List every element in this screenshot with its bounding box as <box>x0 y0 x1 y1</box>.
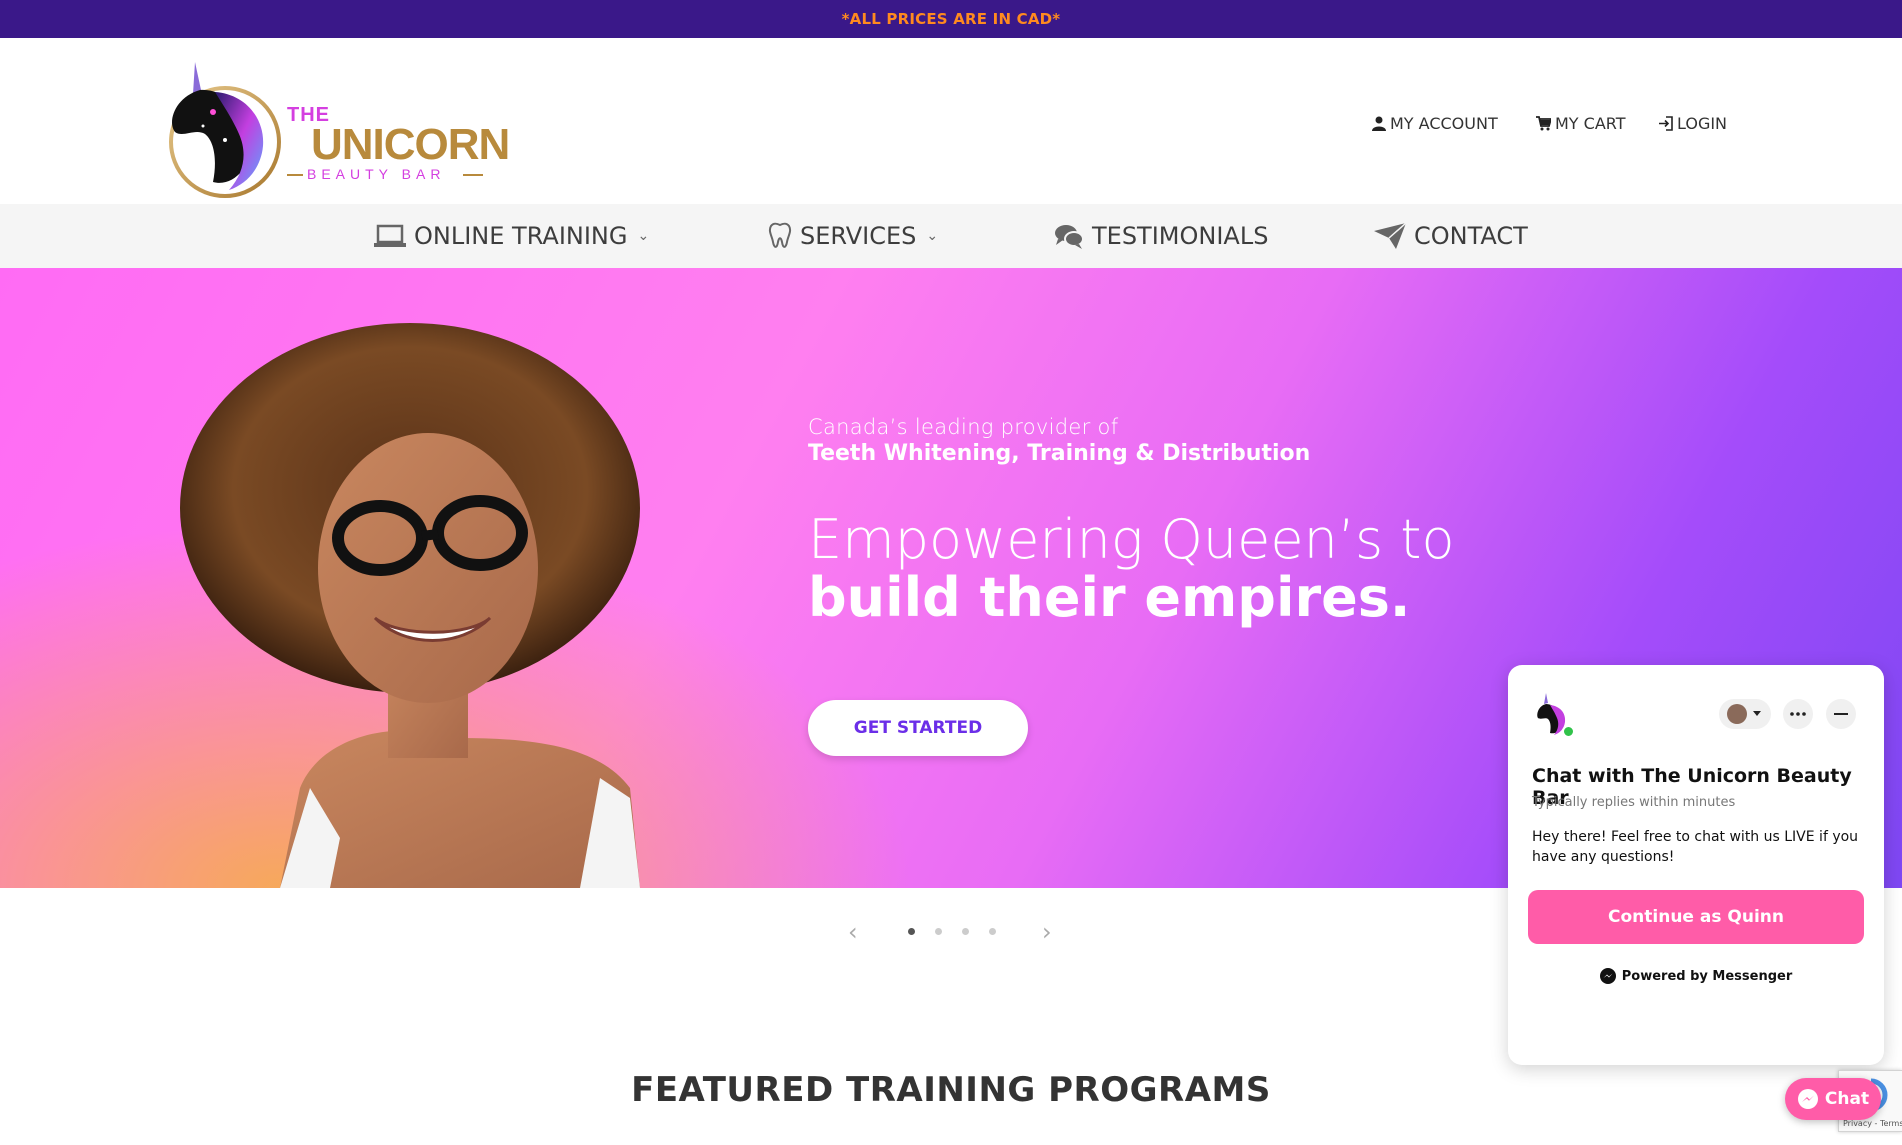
nav-label: SERVICES <box>800 222 917 250</box>
paper-plane-icon <box>1374 223 1406 249</box>
my-account-label: MY ACCOUNT <box>1390 113 1498 133</box>
profile-avatar-icon <box>1727 704 1761 724</box>
recaptcha-text: Privacy - Terms <box>1843 1119 1902 1128</box>
carousel-dot[interactable] <box>962 928 969 935</box>
chat-greeting-message: Hey there! Feel free to chat with us LIV… <box>1532 829 1859 865</box>
site-logo[interactable]: THE UNICORN BEAUTY BAR <box>155 42 510 202</box>
messenger-chat-panel: Chat with The Unicorn Beauty Bar Typical… <box>1508 665 1884 1065</box>
hero-kicker-bold: Teeth Whitening, Training & Distribution <box>808 441 1311 466</box>
carousel-dot[interactable] <box>935 928 942 935</box>
my-cart-label: MY CART <box>1555 113 1626 133</box>
carousel-next-arrow[interactable]: › <box>1042 918 1052 946</box>
messenger-icon <box>1797 1089 1818 1109</box>
hero-kicker: Canada’s leading provider of <box>808 415 1119 439</box>
chevron-down-icon: ⌄ <box>926 228 939 244</box>
messenger-icon <box>1599 968 1616 984</box>
powered-by-messenger: Powered by Messenger <box>1508 968 1884 984</box>
nav-item-online-training[interactable]: ONLINE TRAINING ⌄ <box>374 204 649 268</box>
online-status-dot <box>1562 725 1575 738</box>
login-label: LOGIN <box>1677 113 1728 133</box>
nav-item-contact[interactable]: CONTACT <box>1374 204 1528 268</box>
featured-section-title: FEATURED TRAINING PROGRAMS <box>631 1070 1271 1110</box>
nav-label: CONTACT <box>1414 222 1528 250</box>
logo-beauty-bar-text: BEAUTY BAR <box>307 166 446 182</box>
my-account-link[interactable]: MY ACCOUNT <box>1372 108 1498 138</box>
logo-rule-right <box>463 174 483 176</box>
cart-icon <box>1536 115 1551 130</box>
floating-chat-button[interactable]: Chat <box>1785 1078 1881 1120</box>
announcement-bar: *ALL PRICES ARE IN CAD* <box>0 0 1902 38</box>
hero-headline-bold: build their empires. <box>808 566 1411 629</box>
carousel-dot[interactable] <box>908 928 915 935</box>
nav-label: TESTIMONIALS <box>1092 222 1269 250</box>
more-options-button[interactable] <box>1783 699 1813 729</box>
login-icon <box>1659 115 1673 131</box>
login-link[interactable]: LOGIN <box>1658 108 1727 138</box>
get-started-button[interactable]: GET STARTED <box>808 700 1028 756</box>
main-nav: ONLINE TRAINING ⌄ SERVICES ⌄ TESTIMONIAL… <box>0 204 1902 268</box>
minimize-icon <box>1834 713 1848 715</box>
site-header: THE UNICORN BEAUTY BAR MY ACCOUNT MY CAR… <box>0 38 1902 204</box>
nav-label: ONLINE TRAINING <box>414 222 628 250</box>
carousel-dot[interactable] <box>989 928 996 935</box>
continue-as-button[interactable]: Continue as Quinn <box>1528 890 1864 944</box>
chat-button-label: Chat <box>1824 1089 1870 1109</box>
unicorn-logo-icon <box>169 62 281 198</box>
laptop-icon <box>374 224 406 247</box>
my-cart-link[interactable]: MY CART <box>1536 108 1626 138</box>
carousel-prev-arrow[interactable]: ‹ <box>848 918 858 946</box>
nav-item-testimonials[interactable]: TESTIMONIALS <box>1054 204 1268 268</box>
profile-switch-button[interactable] <box>1719 699 1771 729</box>
chat-bubbles-icon <box>1055 225 1084 249</box>
hero-woman-image <box>180 323 640 888</box>
tooth-icon <box>768 222 792 248</box>
chevron-down-icon: ⌄ <box>637 228 650 244</box>
logo-rule-left <box>287 174 303 176</box>
chat-subtitle: Typically replies within minutes <box>1532 795 1736 810</box>
hero-headline: Empowering Queen’s to <box>808 508 1455 571</box>
more-icon <box>1790 712 1806 716</box>
nav-item-services[interactable]: SERVICES ⌄ <box>768 204 938 268</box>
powered-by-text: Powered by Messenger <box>1621 968 1793 984</box>
minimize-button[interactable] <box>1826 699 1856 729</box>
logo-unicorn-text: UNICORN <box>311 120 510 169</box>
user-icon <box>1372 116 1386 131</box>
announcement-text: *ALL PRICES ARE IN CAD* <box>841 10 1061 28</box>
